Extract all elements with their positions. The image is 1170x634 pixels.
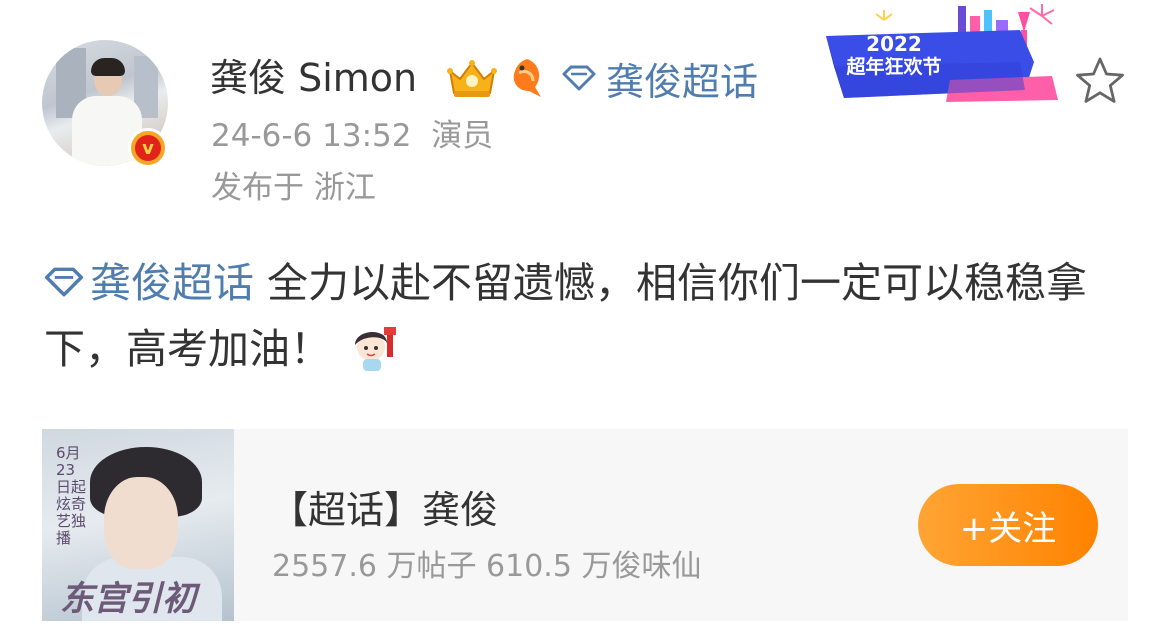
verified-badge-icon: v <box>128 128 168 168</box>
author-role: 演员 <box>431 118 494 154</box>
card-title[interactable]: 【超话】龚俊 <box>270 479 498 534</box>
header-topic-link[interactable]: 龚俊超话 <box>562 52 758 104</box>
topic-diamond-icon <box>44 267 84 297</box>
post-meta: 24-6-6 13:52 演员 <box>211 115 493 157</box>
card-stats: 2557.6 万帖子 610.5 万俊味仙 <box>272 549 702 584</box>
koi-fish-icon <box>513 59 541 97</box>
star-icon[interactable] <box>1074 56 1126 106</box>
cheer-emoji-icon <box>355 327 396 371</box>
avatar-hair <box>91 58 125 76</box>
event-name: 超年狂欢节 <box>846 56 942 78</box>
card-cover-image[interactable]: 6月23日起炫奇艺独播 东宫引初 <box>42 429 234 621</box>
header-topic-label: 龚俊超话 <box>606 59 759 104</box>
crown-icon <box>447 60 497 97</box>
cover-face <box>104 477 178 569</box>
post-body: 龚俊超话 全力以赴不留遗憾，相信你们一定可以稳稳拿下，高考加油！ <box>44 250 1134 382</box>
body-topic-link[interactable]: 龚俊超话 <box>44 259 254 307</box>
author-name[interactable]: 龚俊 Simon <box>210 52 417 104</box>
topic-diamond-icon <box>562 65 596 91</box>
supertopic-card[interactable]: 6月23日起炫奇艺独播 东宫引初 【超话】龚俊 2557.6 万帖子 610.5… <box>42 429 1128 621</box>
event-year: 2022 <box>866 32 922 56</box>
body-topic-label: 龚俊超话 <box>90 259 254 307</box>
cover-vertical-text: 6月23日起炫奇艺独播 <box>56 444 87 547</box>
follow-button[interactable]: +关注 <box>918 484 1098 566</box>
post-timestamp: 24-6-6 13:52 <box>211 118 412 154</box>
event-badge-text: 2022 超年狂欢节 <box>835 34 953 77</box>
post-location: 发布于 浙江 <box>211 170 376 206</box>
cover-title-art: 东宫引初 <box>60 579 196 619</box>
